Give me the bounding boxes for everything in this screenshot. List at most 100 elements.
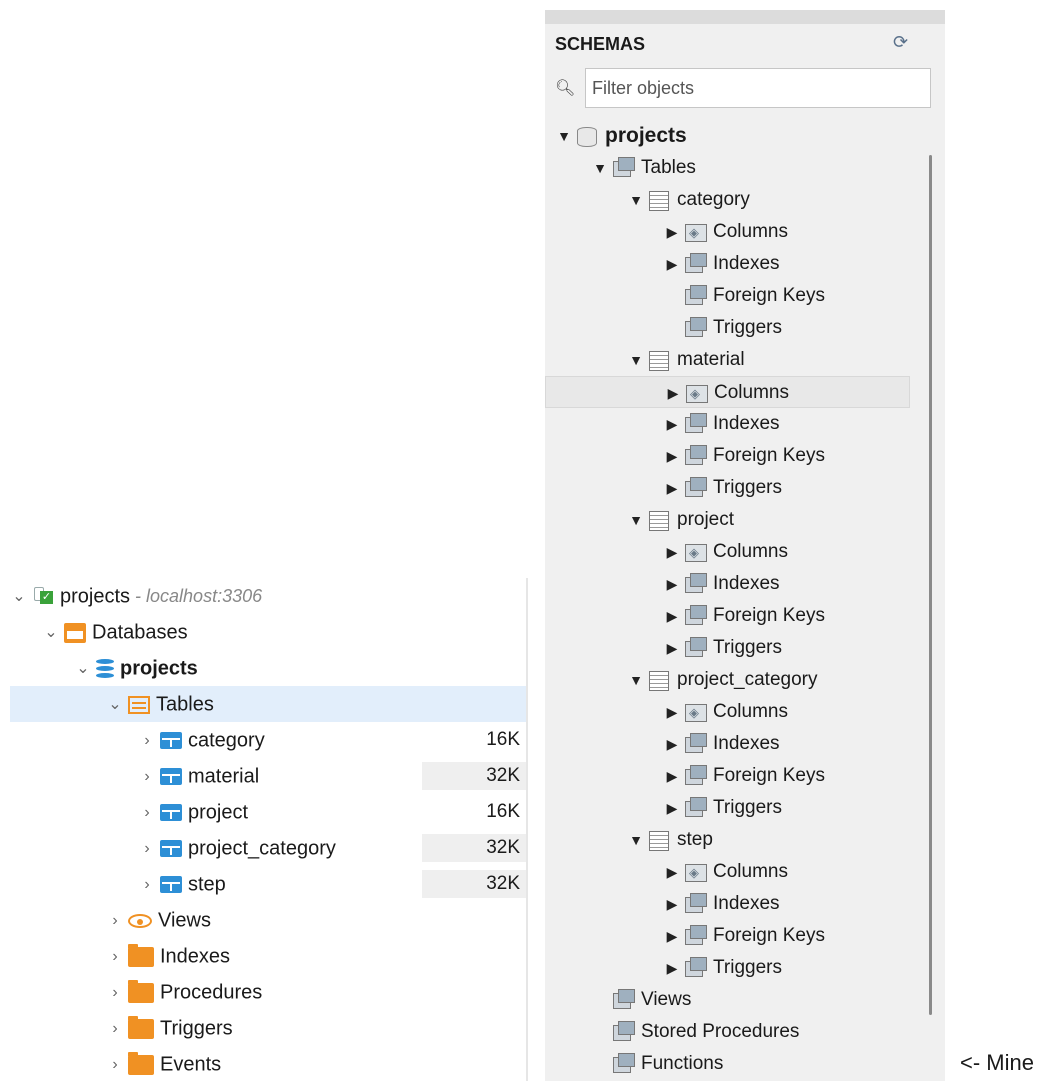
- folder-icon: [128, 1051, 154, 1075]
- schema-tree-label: Views: [641, 989, 692, 1010]
- expanded-arrow-icon[interactable]: ▼: [555, 120, 573, 152]
- collapsed-arrow-icon[interactable]: ▶: [663, 728, 681, 760]
- vertical-scrollbar[interactable]: [929, 155, 932, 1015]
- schema-tree-item-functions[interactable]: Functions: [545, 1048, 723, 1080]
- left-tree-item-material[interactable]: › material: [10, 758, 259, 794]
- schema-tree-item-foreign-keys[interactable]: ▶ Foreign Keys: [545, 760, 825, 792]
- left-tree-item-project-category[interactable]: › project_category: [10, 830, 336, 866]
- chevron-right-icon[interactable]: ›: [138, 831, 156, 867]
- schema-tree-item-triggers[interactable]: ▶ Triggers: [545, 472, 782, 504]
- schema-tree-item-foreign-keys[interactable]: ▶ Foreign Keys: [545, 440, 825, 472]
- table-size: 16K: [486, 729, 520, 750]
- schema-tree-item-columns[interactable]: ▶ Columns: [545, 856, 788, 889]
- collapsed-arrow-icon[interactable]: ▶: [663, 600, 681, 632]
- collapsed-arrow-icon[interactable]: ▶: [663, 856, 681, 888]
- schema-tree-item-triggers[interactable]: ▶ Triggers: [545, 952, 782, 984]
- schemas-title: SCHEMAS: [555, 34, 646, 54]
- left-tree-item-Views[interactable]: › Views: [10, 902, 211, 938]
- left-tree-item-Triggers[interactable]: › Triggers: [10, 1010, 233, 1046]
- schema-tree-item-category[interactable]: ▼ category: [545, 184, 750, 216]
- chevron-down-icon[interactable]: ⌄: [74, 651, 92, 687]
- filter-objects-input[interactable]: [585, 68, 931, 108]
- schema-tree-item-triggers[interactable]: Triggers: [545, 312, 782, 344]
- collapsed-arrow-icon[interactable]: ▶: [663, 568, 681, 600]
- left-tree-item-Databases[interactable]: ⌄ Databases: [10, 614, 187, 651]
- table-size: 32K: [422, 870, 526, 898]
- refresh-icon[interactable]: ⟳: [893, 32, 908, 53]
- left-tree-item-Tables[interactable]: ⌄ Tables: [10, 686, 526, 722]
- schema-tree-label: Triggers: [713, 637, 782, 658]
- expanded-arrow-icon[interactable]: ▼: [627, 184, 645, 216]
- collapsed-arrow-icon[interactable]: ▶: [664, 377, 682, 409]
- left-tree-item-projects[interactable]: ⌄ projects: [10, 650, 198, 686]
- chevron-right-icon[interactable]: ›: [106, 1047, 124, 1083]
- left-tree-item-Procedures[interactable]: › Procedures: [10, 974, 262, 1010]
- collapsed-arrow-icon[interactable]: ▶: [663, 888, 681, 920]
- expanded-arrow-icon[interactable]: ▼: [627, 504, 645, 536]
- chevron-right-icon[interactable]: ›: [106, 975, 124, 1011]
- schema-tree-label: project: [677, 509, 735, 530]
- schema-tree-item-tables[interactable]: ▼ Tables: [545, 152, 696, 184]
- expanded-arrow-icon[interactable]: ▼: [591, 152, 609, 184]
- chevron-right-icon[interactable]: ›: [138, 795, 156, 831]
- schema-tree-item-columns[interactable]: ▶ Columns: [545, 536, 788, 569]
- left-tree-item-project[interactable]: › project: [10, 794, 248, 830]
- schema-tree-item-project-category[interactable]: ▼ project_category: [545, 664, 817, 696]
- schema-tree-item-indexes[interactable]: ▶ Indexes: [545, 248, 780, 280]
- chevron-right-icon[interactable]: ›: [138, 867, 156, 903]
- schema-tree-item-columns[interactable]: ▶ Columns: [545, 376, 910, 410]
- schema-tree-item-projects[interactable]: ▼ projects: [545, 120, 687, 152]
- chevron-down-icon[interactable]: ⌄: [106, 687, 124, 723]
- chevron-down-icon[interactable]: ⌄: [42, 615, 60, 651]
- schema-tree-item-columns[interactable]: ▶ Columns: [545, 696, 788, 729]
- collapsed-arrow-icon[interactable]: ▶: [663, 792, 681, 824]
- schema-tree-item-foreign-keys[interactable]: ▶ Foreign Keys: [545, 600, 825, 632]
- left-tree-item-step[interactable]: › step: [10, 866, 225, 903]
- schema-tree-item-indexes[interactable]: ▶ Indexes: [545, 728, 780, 760]
- schema-tree-item-triggers[interactable]: ▶ Triggers: [545, 632, 782, 664]
- expanded-arrow-icon[interactable]: ▼: [627, 344, 645, 376]
- schema-tree-label: Stored Procedures: [641, 1021, 800, 1042]
- left-tree-item-Events[interactable]: › Events: [10, 1046, 221, 1082]
- collapsed-arrow-icon[interactable]: ▶: [663, 632, 681, 664]
- collapsed-arrow-icon[interactable]: ▶: [663, 408, 681, 440]
- schema-tree-item-foreign-keys[interactable]: ▶ Foreign Keys: [545, 920, 825, 952]
- collapsed-arrow-icon[interactable]: ▶: [663, 952, 681, 984]
- group-icon: [683, 477, 707, 499]
- chevron-right-icon[interactable]: ›: [106, 903, 124, 939]
- schema-tree-label: Foreign Keys: [713, 445, 825, 466]
- collapsed-arrow-icon[interactable]: ▶: [663, 440, 681, 472]
- chevron-right-icon[interactable]: ›: [106, 939, 124, 975]
- collapsed-arrow-icon[interactable]: ▶: [663, 248, 681, 280]
- expanded-arrow-icon[interactable]: ▼: [627, 824, 645, 856]
- schema-tree-item-triggers[interactable]: ▶ Triggers: [545, 792, 782, 824]
- schema-tree-item-columns[interactable]: ▶ Columns: [545, 216, 788, 249]
- collapsed-arrow-icon[interactable]: ▶: [663, 536, 681, 568]
- chevron-right-icon[interactable]: ›: [106, 1011, 124, 1047]
- search-icon: 🔍︎: [555, 80, 576, 97]
- schema-tree-item-views[interactable]: Views: [545, 984, 691, 1016]
- schema-tree-item-step[interactable]: ▼ step: [545, 824, 713, 856]
- collapsed-arrow-icon[interactable]: ▶: [663, 920, 681, 952]
- collapsed-arrow-icon[interactable]: ▶: [663, 472, 681, 504]
- collapsed-arrow-icon[interactable]: ▶: [663, 216, 681, 248]
- left-tree-item-projects[interactable]: ⌄ projects - localhost:3306: [10, 578, 262, 614]
- collapsed-arrow-icon[interactable]: ▶: [663, 696, 681, 728]
- left-tree-item-category[interactable]: › category: [10, 722, 264, 759]
- schema-tree-item-indexes[interactable]: ▶ Indexes: [545, 888, 780, 920]
- folder-icon: [128, 1015, 154, 1039]
- collapsed-arrow-icon[interactable]: ▶: [663, 760, 681, 792]
- schema-tree-item-indexes[interactable]: ▶ Indexes: [545, 568, 780, 600]
- schema-tree-item-material[interactable]: ▼ material: [545, 344, 745, 376]
- expanded-arrow-icon[interactable]: ▼: [627, 664, 645, 696]
- schema-tree-item-indexes[interactable]: ▶ Indexes: [545, 408, 780, 440]
- schema-tree-item-stored-procedures[interactable]: Stored Procedures: [545, 1016, 799, 1048]
- chevron-down-icon[interactable]: ⌄: [10, 579, 28, 615]
- left-tree-item-Indexes[interactable]: › Indexes: [10, 938, 230, 974]
- schema-tree-item-project[interactable]: ▼ project: [545, 504, 734, 536]
- chevron-right-icon[interactable]: ›: [138, 759, 156, 795]
- left-tree-label: projects: [60, 585, 131, 608]
- schema-tree-item-foreign-keys[interactable]: Foreign Keys: [545, 280, 825, 312]
- chevron-right-icon[interactable]: ›: [138, 723, 156, 759]
- schema-tree-label: Indexes: [713, 893, 780, 914]
